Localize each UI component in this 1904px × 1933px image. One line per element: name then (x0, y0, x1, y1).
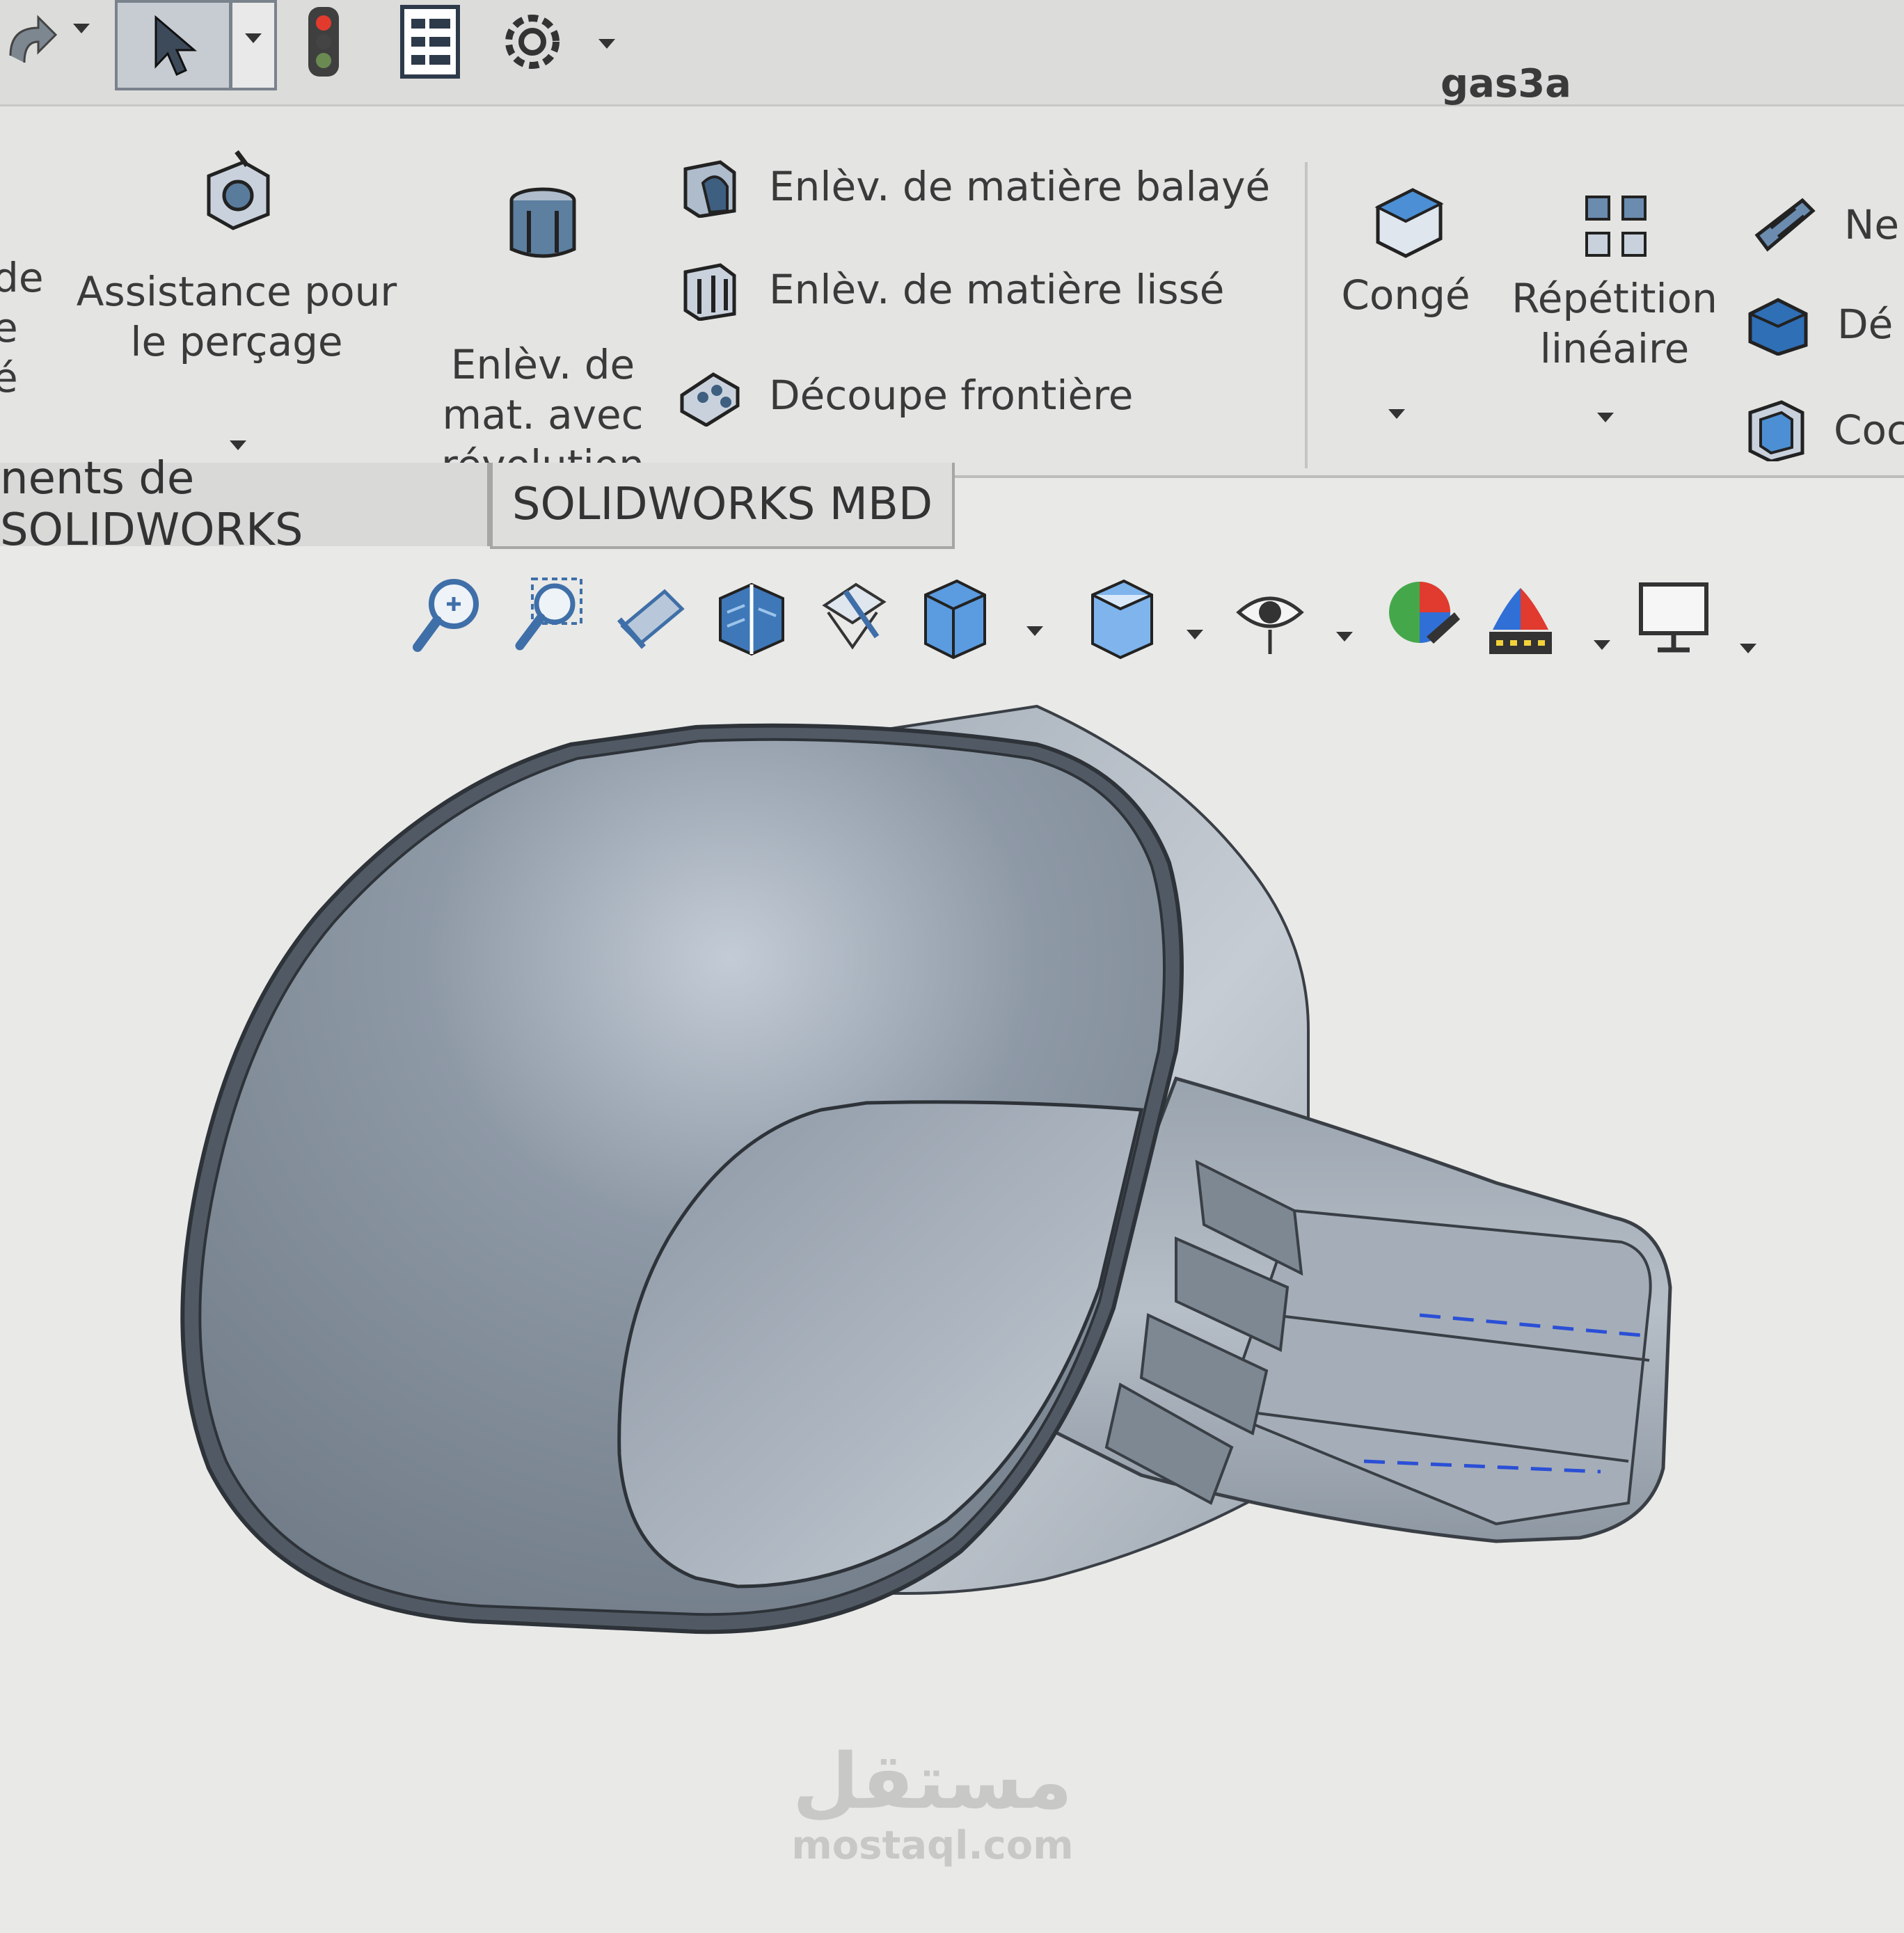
rib-label: Ne (1844, 201, 1900, 248)
draft-icon (1748, 298, 1808, 356)
rebuild-icon[interactable] (299, 0, 348, 83)
fillet-icon (1374, 188, 1444, 258)
ribbon-separator (1305, 162, 1308, 468)
document-title: gas3a (1441, 61, 1571, 106)
file-properties-icon[interactable] (397, 0, 463, 83)
boundary-cut-label: Découpe frontière (769, 372, 1134, 419)
cut-extrude-partial-label: de e é (0, 254, 44, 401)
watermark: مستقل mostaql.com (779, 1740, 1086, 1868)
rib-icon (1754, 198, 1816, 252)
linear-pattern-icon (1585, 196, 1647, 257)
select-button[interactable] (115, 0, 232, 90)
boundary-cut-button[interactable]: Découpe frontière (679, 364, 1133, 427)
quick-access-toolbar: gas3a (0, 0, 1904, 106)
tab-solidworks-mbd[interactable]: SOLIDWORKS MBD (490, 463, 955, 549)
command-manager-ribbon: de e é Assistance pour le perçage Enlèv.… (0, 106, 1904, 488)
select-icon (154, 15, 198, 77)
fillet-button[interactable]: Congé (1329, 183, 1482, 461)
hole-wizard-button[interactable]: Assistance pour le perçage (70, 148, 404, 454)
graphics-area[interactable]: مستقل mostaql.com (0, 550, 1904, 1930)
linear-pattern-label: Répétition linéaire (1512, 275, 1717, 372)
undo-icon[interactable] (0, 0, 63, 83)
model-viewport[interactable] (0, 550, 1904, 1930)
watermark-latin: mostaql.com (791, 1823, 1074, 1868)
options-dropdown-icon[interactable] (598, 39, 615, 49)
fillet-label: Congé (1341, 271, 1470, 319)
select-dropdown[interactable] (230, 0, 277, 90)
shell-button[interactable]: Coc (1743, 399, 1904, 461)
watermark-arabic: مستقل (792, 1737, 1073, 1826)
shell-icon (1748, 400, 1804, 461)
boundary-cut-icon (680, 372, 740, 427)
linear-pattern-button[interactable]: Répétition linéaire (1503, 190, 1726, 468)
rib-button[interactable]: Ne (1754, 193, 1899, 256)
hole-wizard-icon (207, 150, 270, 230)
chevron-down-icon[interactable] (230, 440, 246, 450)
revolved-cut-icon (509, 187, 576, 258)
tab-solidworks-addins[interactable]: nents de SOLIDWORKS (0, 453, 490, 556)
swept-cut-label: Enlèv. de matière balayé (769, 163, 1271, 210)
chevron-down-icon[interactable] (1388, 409, 1405, 419)
revolved-cut-button[interactable]: Enlèv. de mat. avec révolution (431, 183, 654, 488)
swept-cut-button[interactable]: Enlèv. de matière balayé (679, 155, 1270, 218)
lofted-cut-icon (683, 263, 736, 321)
undo-dropdown-icon[interactable] (73, 24, 90, 33)
draft-button[interactable]: Dé (1747, 293, 1893, 356)
chevron-down-icon (245, 33, 262, 43)
shell-label: Coc (1834, 406, 1904, 454)
swept-cut-icon (683, 160, 736, 218)
lofted-cut-button[interactable]: Enlèv. de matière lissé (679, 258, 1224, 321)
command-manager-tabs: nents de SOLIDWORKS SOLIDWORKS MBD (0, 453, 1904, 556)
lofted-cut-label: Enlèv. de matière lissé (769, 266, 1225, 313)
hole-wizard-label: Assistance pour le perçage (76, 268, 397, 365)
chevron-down-icon[interactable] (1597, 413, 1614, 422)
options-icon[interactable] (498, 0, 567, 83)
draft-label: Dé (1837, 301, 1894, 348)
